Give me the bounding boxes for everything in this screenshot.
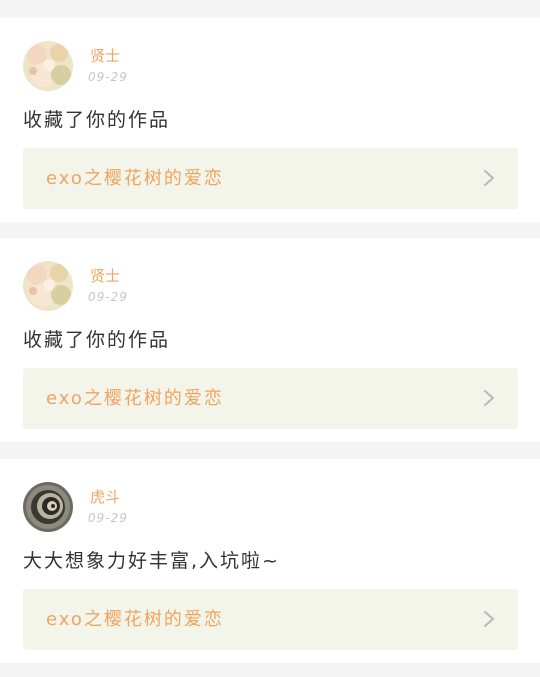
work-title: exo之樱花树的爱恋 [46,609,224,630]
activity-text: 大大想象力好丰富,入坑啦~ [23,550,280,572]
flower-photo-avatar-icon [23,41,73,91]
feed-card: 贤士 09-29 收藏了你的作品 exo之樱花树的爱恋 [0,238,540,442]
username[interactable]: 虎斗 [90,488,120,506]
work-link[interactable]: exo之樱花树的爱恋 [23,148,518,209]
chevron-right-icon [484,390,494,406]
timestamp: 09-29 [88,290,128,304]
work-title: exo之樱花树的爱恋 [46,388,224,409]
chevron-right-icon [484,170,494,186]
username[interactable]: 贤士 [90,47,120,65]
activity-feed: 贤士 09-29 收藏了你的作品 exo之樱花树的爱恋 贤士 09-29 收藏了… [0,0,540,677]
user-avatar[interactable] [23,482,73,532]
activity-text: 收藏了你的作品 [23,329,171,351]
user-avatar[interactable] [23,41,73,91]
chevron-right-icon [484,611,494,627]
timestamp: 09-29 [88,70,128,84]
feed-card: 虎斗 09-29 大大想象力好丰富,入坑啦~ exo之樱花树的爱恋 [0,459,540,663]
feed-card: 贤士 09-29 收藏了你的作品 exo之樱花树的爱恋 [0,18,540,222]
work-title: exo之樱花树的爱恋 [46,168,224,189]
username[interactable]: 贤士 [90,267,120,285]
work-link[interactable]: exo之樱花树的爱恋 [23,368,518,429]
timestamp: 09-29 [88,511,128,525]
user-avatar[interactable] [23,261,73,311]
activity-text: 收藏了你的作品 [23,109,171,131]
flower-photo-avatar-icon [23,261,73,311]
swirl-photo-avatar-icon [23,482,73,532]
work-link[interactable]: exo之樱花树的爱恋 [23,589,518,650]
